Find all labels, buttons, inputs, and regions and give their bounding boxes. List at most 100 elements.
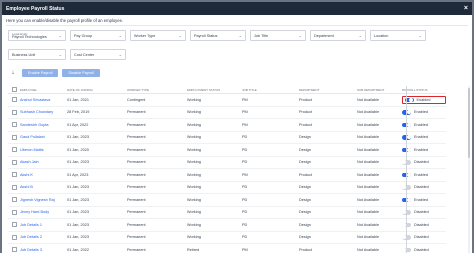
enable-payroll-button[interactable]: Enable Payroll [22,69,59,77]
row-checkbox[interactable] [11,97,17,103]
payroll-status-select[interactable]: Payroll Status ⌄ [190,30,246,41]
table-row[interactable]: Anshul Srivastava 01 Jan, 2021 Contingent W… [8,94,446,107]
row-checkbox[interactable] [11,197,17,203]
department-cell: Product [299,122,313,127]
scrollbar-thumb[interactable] [468,88,470,158]
row-select-cell[interactable] [8,97,18,103]
employee-name-link[interactable]: Gaud Pullalani [18,135,65,139]
vertical-scrollbar[interactable] [468,86,470,253]
employee-name-link[interactable]: Akash Jain [18,160,65,164]
col-department: DEPARTMENT [299,87,320,92]
sub-department-cell: Not Available [357,235,380,240]
table-row[interactable]: Jenny Hard Body 01 Jan, 2023 Permanent Work… [8,207,446,219]
worker-type-select[interactable]: Worker Type ⌄ [130,30,186,41]
employee-name-link[interactable]: Job Details 1 [18,223,65,227]
table-row[interactable]: Job Details 1 01 Jan, 2023 Permanent Workin… [8,219,446,232]
table-row[interactable]: Akash Jain 01 Jan, 2023 Permanent Working PD… [8,157,446,169]
row-checkbox[interactable] [11,184,17,190]
payroll-toggle[interactable]: Enabled [402,147,446,152]
table-row[interactable]: Akshi K 01 Apr, 2023 Permanent Working PM Pro… [8,169,446,182]
payroll-toggle[interactable]: Enabled [402,172,446,177]
payroll-toggle[interactable]: Enabled [402,135,446,140]
row-checkbox[interactable] [11,147,17,153]
employee-name-link[interactable]: Subhash Chowdary [18,110,65,114]
table-row[interactable]: Subhash Chowdary 28 Feb, 2019 Permanent Wor… [8,107,446,119]
employee-name-link[interactable]: Anshul Srivastava [18,98,65,102]
row-checkbox[interactable] [11,209,17,215]
cost-center-select[interactable]: Cost Center ⌄ [70,49,126,60]
row-select-cell[interactable] [8,197,18,203]
row-select-cell[interactable] [8,122,18,128]
toggle-knob [406,122,411,127]
row-checkbox[interactable] [11,122,17,128]
row-select-cell[interactable] [8,134,18,140]
row-checkbox[interactable] [11,234,17,240]
dialog-title: Employee Payroll Status [6,5,65,12]
payroll-toggle[interactable]: Disabled [402,160,446,165]
select-all-cell[interactable] [8,87,18,92]
payroll-toggle[interactable]: Enabled [402,110,446,115]
job-title-cell: PD [242,210,248,215]
row-select-cell[interactable] [8,234,18,240]
date-of-joining-cell: 01 Apr, 2022 [67,122,89,127]
payroll-toggle[interactable]: Disabled [402,222,446,227]
chevron-down-icon: ⌄ [358,33,362,38]
department-select[interactable]: Department ⌄ [310,30,366,41]
employee-name-link[interactable]: Uberon Mattis [18,148,65,152]
divider [6,25,468,26]
row-checkbox[interactable] [11,109,17,115]
toggle-knob [406,197,411,202]
business-unit-select[interactable]: Business Unit ⌄ [8,49,66,60]
table-row[interactable]: Gaud Pullalani 01 Jan, 2023 Permanent Worki… [8,132,446,144]
table-row[interactable]: Sandeshh Gupta 01 Apr, 2022 Permanent Worki… [8,119,446,132]
row-select-cell[interactable] [8,159,18,165]
table-row[interactable]: Job Details 3 01 Jan, 2022 Permanent Retire… [8,244,446,253]
row-select-cell[interactable] [8,172,18,178]
employee-name-link[interactable]: Job Details 2 [18,235,65,239]
download-icon[interactable]: ⇣ [8,69,18,78]
payroll-toggle[interactable]: Disabled [402,185,446,190]
date-of-joining-cell: 01 Jan, 2023 [67,235,89,240]
row-checkbox[interactable] [11,247,17,253]
employment-status-cell: Working [187,135,201,140]
table-row[interactable]: Akshi B 01 Jan, 2023 Permanent Working PD Des… [8,182,446,194]
disable-payroll-button[interactable]: Disable Payroll [62,69,100,77]
row-select-cell[interactable] [8,247,18,253]
pay-group-select[interactable]: Pay Group ⌄ [70,30,126,41]
select-all-checkbox[interactable] [11,87,17,92]
row-checkbox[interactable] [11,134,17,140]
row-select-cell[interactable] [8,209,18,215]
employment-status-cell: Working [187,97,201,102]
row-checkbox[interactable] [11,172,17,178]
sub-department-cell: Not Available [357,147,380,152]
row-checkbox[interactable] [11,222,17,228]
payroll-toggle[interactable]: Disabled [402,247,446,252]
employee-name-link[interactable]: Akshi B [18,185,65,189]
payroll-status-label: Enabled [414,122,428,127]
row-select-cell[interactable] [8,184,18,190]
payroll-toggle[interactable]: Enabled [402,96,446,104]
employee-name-link[interactable]: Job Details 3 [18,248,65,252]
row-checkbox[interactable] [11,159,17,165]
row-select-cell[interactable] [8,222,18,228]
worker-type-cell: Permanent [127,222,146,227]
employee-name-link[interactable]: Jenny Hard Body [18,210,65,214]
table-row[interactable]: Uberon Mattis 01 Jan, 2020 Permanent Workin… [8,144,446,157]
job-title-select[interactable]: Job Title ⌄ [250,30,306,41]
row-select-cell[interactable] [8,147,18,153]
employee-name-link[interactable]: Akshi K [18,173,65,177]
payroll-status-label: Enabled [414,147,428,152]
payroll-toggle[interactable]: Disabled [402,210,446,215]
payroll-toggle[interactable]: Disabled [402,235,446,240]
employee-name-link[interactable]: Sandeshh Gupta [18,123,65,127]
employee-name-link[interactable]: Jignesh Vignesh Raj [18,198,65,202]
close-icon[interactable]: × [464,5,468,12]
legal-entity-select[interactable]: Legal Entity Payroll Technologies ⌄ [8,30,66,41]
payroll-toggle[interactable]: Enabled [402,197,446,202]
table-row[interactable]: Job Details 2 01 Jan, 2023 Permanent Workin… [8,232,446,244]
row-select-cell[interactable] [8,109,18,115]
payroll-toggle[interactable]: Enabled [402,122,446,127]
location-select[interactable]: Location ⌄ [370,30,426,41]
employment-status-cell: Working [187,197,201,202]
table-row[interactable]: Jignesh Vignesh Raj 01 Jan, 2023 Permanent… [8,194,446,207]
